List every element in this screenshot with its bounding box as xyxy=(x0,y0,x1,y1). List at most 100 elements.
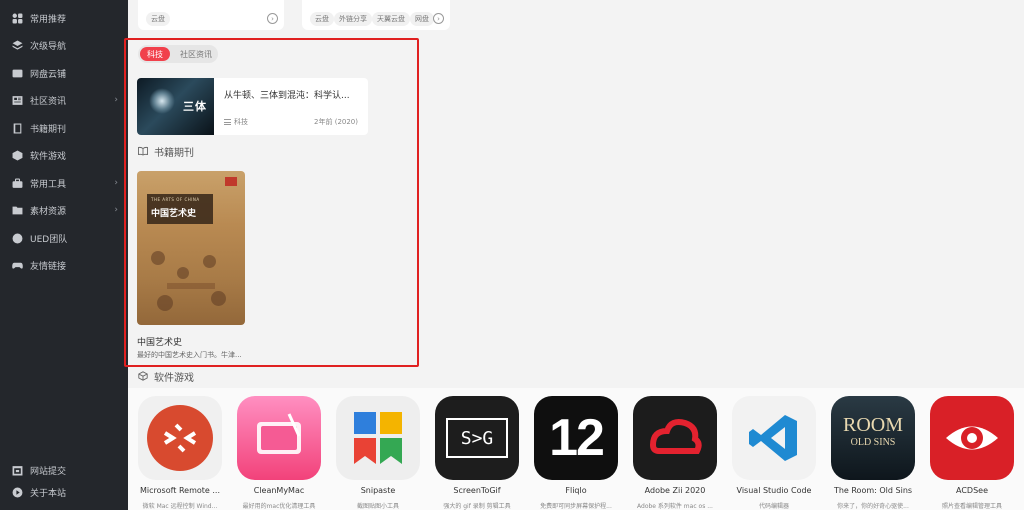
screentogif-icon[interactable]: S>G xyxy=(435,396,519,480)
section-title: 软件游戏 xyxy=(154,372,194,384)
ued-icon xyxy=(12,233,23,244)
chevron-right-icon: › xyxy=(114,178,118,188)
acdsee-icon[interactable] xyxy=(930,396,1014,480)
go-arrow-icon[interactable]: › xyxy=(267,13,278,24)
cover-chinese-title: 中国艺术史 xyxy=(151,209,197,219)
go-arrow-icon[interactable]: › xyxy=(433,13,444,24)
resource-card[interactable]: 云盘 › xyxy=(138,0,284,30)
sidebar-item-label: 友情链接 xyxy=(30,261,67,272)
sidebar-item-submit[interactable]: 网站提交 xyxy=(0,460,128,480)
sidebar-item-label: 关于本站 xyxy=(30,488,67,499)
adobe-cc-icon[interactable] xyxy=(633,396,717,480)
sidebar-item-secondary-nav[interactable]: 次级导航 xyxy=(0,35,128,55)
section-title: 书籍期刊 xyxy=(154,147,194,159)
cube-icon xyxy=(138,371,148,381)
main-content: 云盘 › 云盘 外链分享 天翼云盘 网盘 › 科技 社区资讯 三体 从牛顿、三体… xyxy=(124,0,1024,510)
folder-icon xyxy=(12,205,23,216)
list-icon xyxy=(224,119,231,125)
sidebar-item-books[interactable]: 书籍期刊 xyxy=(0,118,128,138)
article-time: 2年前 (2020) xyxy=(314,118,358,126)
tab-community[interactable]: 社区资讯 xyxy=(176,47,216,61)
app-name[interactable]: The Room: Old Sins xyxy=(825,486,921,495)
planet-graphic xyxy=(149,88,175,114)
the-room-icon[interactable]: ROOM OLD SINS xyxy=(831,396,915,480)
sidebar-item-links[interactable]: 友情链接 xyxy=(0,255,128,275)
app-name[interactable]: Visual Studio Code xyxy=(726,486,822,495)
app-description: Adobe 系列软件 mac os ... xyxy=(637,503,713,510)
play-circle-icon xyxy=(12,487,23,498)
cube-icon xyxy=(12,150,23,161)
app-description: 最好用的mac优化清理工具 xyxy=(242,503,316,510)
article-title[interactable]: 从牛顿、三体到混沌：科学认... xyxy=(224,88,364,101)
book-icon xyxy=(12,123,23,134)
community-tabs: 科技 社区资讯 xyxy=(138,45,218,63)
cleanmymac-icon[interactable] xyxy=(237,396,321,480)
sidebar-item-cloud-drive[interactable]: 网盘云铺 xyxy=(0,63,128,83)
chevron-right-icon: › xyxy=(114,95,118,105)
fliqlo-glyph: 12 xyxy=(549,409,605,467)
book-title[interactable]: 中国艺术史 xyxy=(137,335,182,348)
section-heading-software: 软件游戏 xyxy=(138,369,194,384)
app-name[interactable]: Adobe Zii 2020 xyxy=(627,486,723,495)
sidebar-item-ued[interactable]: UED团队 xyxy=(0,228,128,248)
cover-figure xyxy=(151,251,165,265)
app-description: 截图贴图小工具 xyxy=(356,503,399,510)
article-card[interactable]: 三体 从牛顿、三体到混沌：科学认... 科技 2年前 (2020) xyxy=(137,78,368,135)
sidebar-item-software[interactable]: 软件游戏 xyxy=(0,145,128,165)
sidebar-item-label: 次级导航 xyxy=(30,41,67,52)
book-cover[interactable]: THE ARTS OF CHINA 中国艺术史 xyxy=(137,171,245,325)
app-name[interactable]: ScreenToGif xyxy=(429,486,525,495)
app-name[interactable]: ACDSee xyxy=(924,486,1020,495)
cover-english-title: THE ARTS OF CHINA xyxy=(151,197,200,202)
thumbnail-text: 三体 xyxy=(183,100,207,113)
tag-pill[interactable]: 外链分享 xyxy=(334,12,372,26)
category-label: 科技 xyxy=(234,118,248,126)
app-name[interactable]: Microsoft Remote ... xyxy=(132,486,228,495)
app-name[interactable]: CleanMyMac xyxy=(231,486,327,495)
sidebar-item-tools[interactable]: 常用工具 › xyxy=(0,173,128,193)
chevron-right-icon: › xyxy=(114,205,118,215)
section-heading-books: 书籍期刊 xyxy=(138,144,194,159)
tag-pill[interactable]: 云盘 xyxy=(146,12,170,26)
app-description: 照片查看编辑管理工具 xyxy=(941,503,1002,510)
sidebar-item-label: 常用推荐 xyxy=(30,14,67,25)
cover-figure xyxy=(211,291,226,306)
cover-figure xyxy=(203,255,216,268)
cover-table xyxy=(167,283,215,289)
vscode-icon[interactable] xyxy=(732,396,816,480)
app-description: 代码编辑器 xyxy=(758,503,789,510)
remote-desktop-icon[interactable] xyxy=(138,396,222,480)
cloud-drive-icon xyxy=(12,68,23,79)
tag-pill[interactable]: 网盘 xyxy=(410,12,434,26)
app-name[interactable]: Snipaste xyxy=(330,486,426,495)
tab-tech[interactable]: 科技 xyxy=(140,47,170,61)
tag-pill[interactable]: 天翼云盘 xyxy=(372,12,410,26)
newspaper-icon xyxy=(12,95,23,106)
app-name[interactable]: Fliqlo xyxy=(528,486,624,495)
book-description: 最好的中国艺术史入门书。牛津... xyxy=(137,351,242,359)
sidebar-item-label: 常用工具 xyxy=(30,179,67,190)
sidebar-item-community[interactable]: 社区资讯 › xyxy=(0,90,128,110)
publisher-seal xyxy=(225,177,237,186)
sidebar-item-label: 软件游戏 xyxy=(30,151,67,162)
grid-icon xyxy=(12,13,23,24)
article-category[interactable]: 科技 xyxy=(224,117,248,127)
sidebar-item-about[interactable]: 关于本站 xyxy=(0,482,128,502)
layers-icon xyxy=(12,40,23,51)
the-room-subglyph: OLD SINS xyxy=(850,437,896,448)
tag-pill[interactable]: 云盘 xyxy=(310,12,334,26)
sidebar-item-label: 素材资源 xyxy=(30,206,67,217)
article-thumbnail[interactable]: 三体 xyxy=(137,78,214,135)
screentogif-glyph: S>G xyxy=(446,418,508,458)
cover-figure xyxy=(157,295,173,311)
snipaste-icon[interactable] xyxy=(336,396,420,480)
sidebar-item-label: 社区资讯 xyxy=(30,96,67,107)
sidebar-item-materials[interactable]: 素材资源 › xyxy=(0,200,128,220)
app-description: 免费即可同步屏幕保护程... xyxy=(540,503,612,510)
cover-figure xyxy=(177,267,189,279)
resource-card[interactable]: 云盘 外链分享 天翼云盘 网盘 › xyxy=(302,0,450,30)
app-description: 强大的 gif 录制 剪辑工具 xyxy=(443,503,511,510)
sidebar-item-recommended[interactable]: 常用推荐 xyxy=(0,8,128,28)
sidebar-item-label: UED团队 xyxy=(30,234,68,245)
fliqlo-icon[interactable]: 12 xyxy=(534,396,618,480)
